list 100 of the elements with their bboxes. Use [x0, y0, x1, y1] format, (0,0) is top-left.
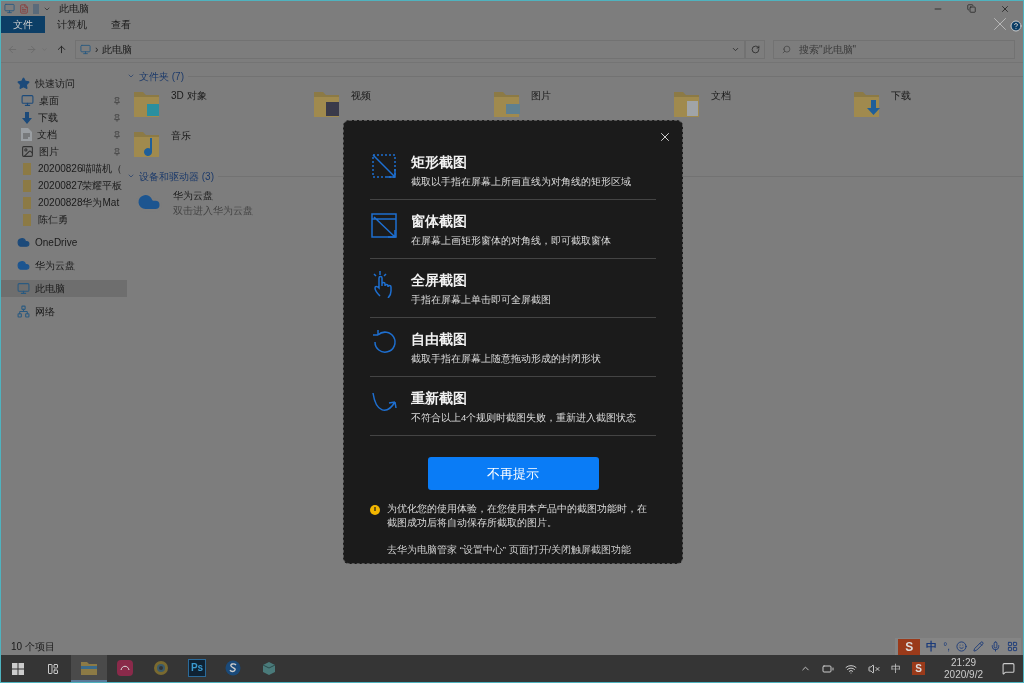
status-text: 10 个项目 — [11, 640, 56, 654]
close-icon[interactable] — [658, 130, 672, 144]
properties-icon[interactable] — [19, 3, 29, 14]
taskbar-app[interactable]: Ps — [179, 655, 215, 682]
sidebar-label: 文档 — [37, 128, 58, 142]
notification-icon[interactable] — [1002, 662, 1015, 675]
input-mode-toggle[interactable]: 中 — [926, 638, 938, 655]
sidebar-item[interactable]: 快速访问 — [1, 75, 127, 92]
dont-show-again-button[interactable]: 不再提示 — [427, 457, 599, 490]
computer-icon — [4, 3, 15, 14]
sidebar-item[interactable]: OneDrive — [1, 234, 127, 251]
help-icon[interactable] — [1010, 20, 1022, 32]
bookmark-icon[interactable] — [33, 3, 39, 14]
option-title: 自由截图 — [411, 330, 468, 349]
section-header[interactable]: 文件夹 (7) — [139, 68, 184, 84]
option-title: 窗体截图 — [411, 212, 468, 231]
app-icon — [117, 659, 133, 676]
rectangle-diagonal-icon — [370, 152, 398, 180]
cloud-icon — [17, 259, 30, 272]
sidebar-label: 图片 — [39, 145, 60, 159]
folder-item[interactable]: 文档 — [673, 84, 853, 124]
sidebar-item[interactable]: 图片 — [1, 143, 127, 160]
clock[interactable]: 21:29 2020/9/2 — [936, 656, 991, 681]
sidebar-item[interactable]: 陈仁勇 — [1, 211, 127, 228]
up-icon[interactable] — [56, 44, 67, 55]
item-name: 3D 对象 — [171, 89, 207, 103]
notice-text: 为优化您的使用体验，在您使用本产品中的截图功能时，在截图成功后将自动保存所截取的图片。 — [387, 502, 648, 530]
box-icon — [261, 659, 277, 676]
ribbon-tab[interactable]: 计算机 — [45, 16, 99, 33]
windows-icon[interactable] — [12, 662, 24, 675]
sidebar-item[interactable]: 华为云盘 — [1, 257, 127, 274]
grid-icon[interactable] — [1007, 641, 1018, 652]
ribbon-tab[interactable]: 查看 — [99, 16, 143, 33]
wifi-icon[interactable] — [845, 662, 858, 675]
mute-icon[interactable] — [868, 662, 881, 675]
star-icon — [17, 77, 30, 90]
sidebar-item[interactable]: 文档 — [1, 126, 127, 143]
battery-icon[interactable] — [822, 662, 835, 675]
sogou-tray-logo[interactable]: S — [912, 662, 926, 675]
folder-item[interactable]: 图片 — [493, 84, 673, 124]
clock-time: 21:29 — [951, 656, 977, 669]
ime-logo[interactable]: S — [898, 638, 921, 655]
sidebar-label: 20200827荣耀平板 — [38, 179, 124, 193]
folder-item[interactable]: 下载 — [853, 84, 1023, 124]
folder-icon — [23, 179, 31, 192]
folder-item[interactable]: 视频 — [313, 84, 493, 124]
sidebar-label: 20200828华为Mat — [38, 196, 121, 210]
monitor-icon — [21, 94, 34, 107]
option-description: 手指在屏幕上单击即可全屏截图 — [411, 293, 551, 306]
search-icon — [782, 45, 791, 54]
pen-icon[interactable] — [973, 641, 984, 652]
option-title: 矩形截图 — [411, 153, 468, 172]
sidebar-label: 华为云盘 — [35, 259, 76, 273]
option-description: 在屏幕上画矩形窗体的对角线，即可截取窗体 — [411, 234, 611, 247]
dropdown-icon[interactable] — [731, 45, 740, 54]
footer-text: 去华为电脑管家 “设置中心” 页面打开/关闭触屏截图功能 — [387, 543, 633, 557]
refresh-icon — [750, 45, 760, 54]
window-title: 此电脑 — [59, 2, 89, 16]
address-path: 此电脑 — [102, 43, 134, 57]
restore-icon[interactable] — [967, 4, 976, 13]
sidebar-label: 网络 — [35, 305, 56, 319]
task-view-icon[interactable] — [47, 662, 59, 675]
option-title: 重新截图 — [411, 389, 468, 408]
emoji-icon[interactable] — [956, 641, 967, 652]
ps-icon: Ps — [188, 658, 206, 677]
sidebar-label: 下载 — [38, 111, 59, 125]
folder-icon — [81, 660, 97, 675]
microphone-icon[interactable] — [990, 641, 1001, 652]
taskbar-app[interactable] — [71, 655, 107, 682]
sidebar-item[interactable]: 20200826喵喵机（ — [1, 160, 127, 177]
punctuation-toggle[interactable]: °, — [943, 639, 950, 654]
sidebar-label: 20200826喵喵机（ — [38, 162, 124, 176]
sidebar-item[interactable]: 此电脑 — [1, 280, 127, 297]
clock-date: 2020/9/2 — [944, 668, 983, 681]
item-name: 音乐 — [171, 129, 191, 143]
sidebar-item[interactable]: 20200827荣耀平板 — [1, 177, 127, 194]
collapse-icon[interactable] — [127, 172, 135, 180]
sidebar-label: 快速访问 — [35, 77, 76, 91]
breadcrumb-separator: › — [95, 43, 99, 57]
sidebar-item[interactable]: 下载 — [1, 109, 127, 126]
item-name: 华为云盘 — [173, 189, 214, 203]
address-bar[interactable]: › 此电脑 — [75, 40, 745, 59]
section-header[interactable]: 设备和驱动器 (3) — [139, 168, 214, 184]
sidebar-item[interactable]: 20200828华为Mat — [1, 194, 127, 211]
sidebar-label: OneDrive — [35, 236, 79, 250]
window-diagonal-icon — [370, 211, 398, 239]
cloud-icon — [17, 236, 30, 249]
ribbon-tab[interactable]: 文件 — [1, 16, 45, 33]
option-description: 不符合以上4个规则时截图失败，重新进入截图状态 — [411, 411, 637, 424]
folder-item[interactable]: 3D 对象 — [133, 84, 313, 124]
collapse-icon[interactable] — [127, 72, 135, 80]
network-icon — [17, 305, 30, 318]
option-title: 全屏截图 — [411, 271, 468, 290]
folder-icon — [23, 213, 31, 226]
sidebar-item[interactable]: 桌面 — [1, 92, 127, 109]
folder-item[interactable]: 音乐 — [133, 124, 313, 164]
sidebar-label: 陈仁勇 — [38, 213, 69, 227]
sidebar-item[interactable]: 网络 — [1, 303, 127, 320]
input-method-indicator[interactable]: 中 — [891, 661, 902, 676]
refresh-button[interactable] — [745, 40, 765, 59]
